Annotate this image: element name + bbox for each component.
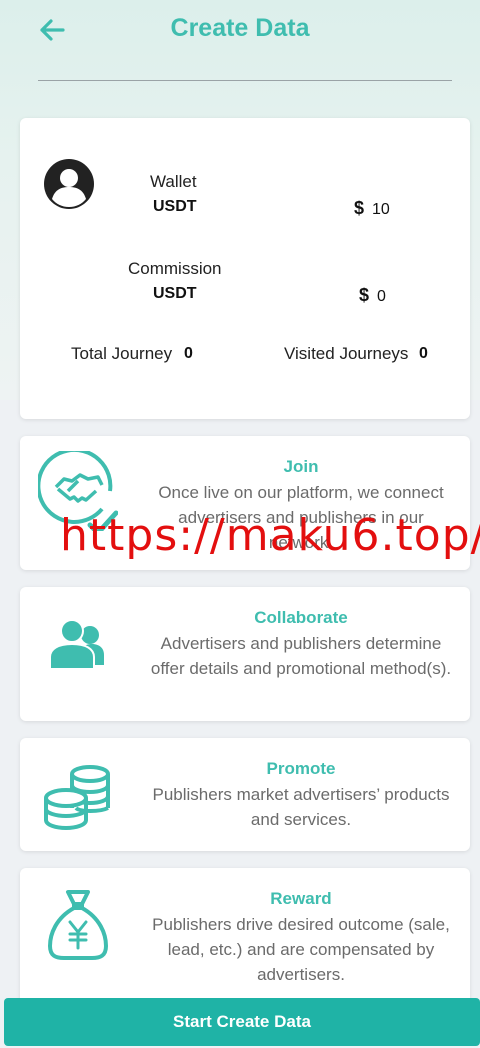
page-header: Create Data [0,0,480,82]
header-divider [38,80,452,81]
wallet-amount-value: 10 [372,201,390,218]
visited-journeys-value: 0 [419,345,428,362]
start-create-data-button[interactable]: Start Create Data [4,998,480,1046]
step-title: Collaborate [254,608,348,627]
wallet-currency: USDT [153,198,197,215]
page-title: Create Data [170,14,310,42]
step-card-promote: Promote Publishers market advertisers’ p… [20,738,470,851]
dollar-sign: $ [354,198,365,218]
step-card-reward: Reward Publishers drive desired outcome … [20,868,470,1018]
wallet-amount: $10 [354,198,390,219]
wallet-label: Wallet [150,172,197,191]
total-journey-label: Total Journey [71,344,173,363]
step-text-promote: Promote Publishers market advertisers’ p… [148,758,454,832]
commission-label: Commission [128,259,222,278]
step-card-collaborate: Collaborate Advertisers and publishers d… [20,587,470,721]
total-journey-value: 0 [184,345,193,362]
commission-amount: $0 [359,285,386,306]
step-text-collaborate: Collaborate Advertisers and publishers d… [148,607,454,681]
step-description: Publishers drive desired outcome (sale, … [152,915,450,984]
money-bag-icon [48,890,108,960]
step-title: Reward [270,889,332,908]
commission-amount-value: 0 [377,288,386,305]
coins-stack-icon [44,765,110,831]
commission-currency: USDT [153,285,197,302]
step-title: Promote [266,759,336,778]
user-avatar-icon [44,159,94,209]
step-description: Advertisers and publishers determine off… [150,634,452,678]
dollar-sign: $ [359,285,370,305]
visited-journeys-label: Visited Journeys [284,344,409,363]
step-description: Publishers market advertisers’ products … [152,785,450,829]
step-text-reward: Reward Publishers drive desired outcome … [148,888,454,987]
users-icon [49,619,104,670]
watermark-url: https://maku6.top/ [60,510,480,561]
account-summary-card: Wallet USDT $10 Commission USDT $0 Total… [20,118,470,419]
step-title: Join [283,457,319,476]
